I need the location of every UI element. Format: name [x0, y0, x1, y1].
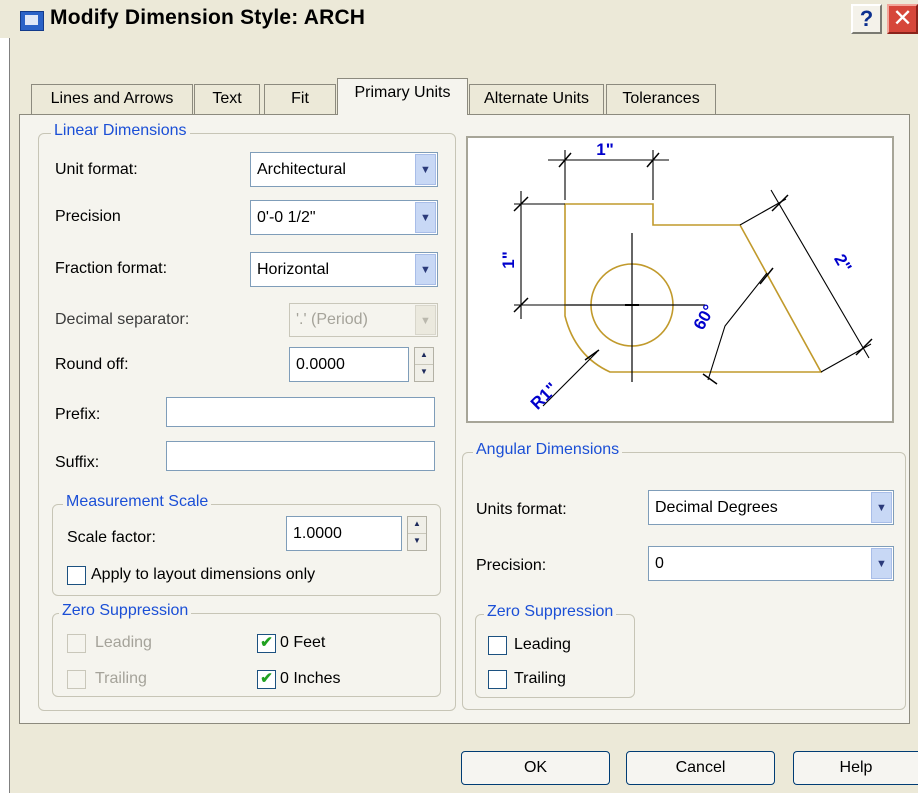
angle-text: 60° [690, 301, 719, 333]
spin-down-icon[interactable]: ▼ [408, 534, 426, 551]
linear-trailing-label: Trailing [95, 670, 147, 687]
tab-text[interactable]: Text [194, 84, 260, 114]
unit-format-select[interactable]: Architectural ▼ [250, 152, 438, 187]
scale-factor-input[interactable]: 1.0000 [286, 516, 402, 551]
angular-zero-suppression-title: Zero Suppression [484, 603, 617, 621]
tab-fit[interactable]: Fit [264, 84, 336, 114]
angular-trailing-label: Trailing [514, 670, 566, 687]
tab-tolerances[interactable]: Tolerances [606, 84, 716, 114]
round-off-input[interactable]: 0.0000 [289, 347, 409, 382]
apply-layout-label: Apply to layout dimensions only [91, 566, 316, 583]
linear-zero-suppression-title: Zero Suppression [59, 602, 192, 620]
angular-precision-label: Precision: [476, 557, 547, 574]
help-title-button[interactable]: ? [851, 4, 882, 34]
suffix-input[interactable] [166, 441, 435, 471]
round-off-spinner[interactable]: ▲ ▼ [414, 347, 434, 382]
tab-alternate-units[interactable]: Alternate Units [469, 84, 604, 114]
scale-factor-spinner[interactable]: ▲ ▼ [407, 516, 427, 551]
decimal-separator-select[interactable]: '.' (Period) ▼ [289, 303, 438, 337]
linear-leading-checkbox[interactable] [67, 634, 86, 653]
dim-left-text: 1" [499, 251, 518, 269]
units-format-label: Units format: [476, 501, 567, 518]
fraction-format-label: Fraction format: [55, 260, 168, 277]
fraction-format-select[interactable]: Horizontal ▼ [250, 252, 438, 287]
angular-trailing-checkbox[interactable] [488, 670, 507, 689]
precision-label: Precision [55, 208, 121, 225]
part-outline [564, 203, 823, 373]
help-button[interactable]: Help [793, 751, 918, 785]
right-tick-top [771, 194, 789, 212]
angle-tick-bottom [702, 373, 718, 385]
decimal-separator-label: Decimal separator: [55, 311, 190, 328]
chevron-down-icon: ▼ [871, 548, 892, 579]
zero-feet-checkbox[interactable]: ✔ [257, 634, 276, 653]
chevron-down-icon: ▼ [415, 254, 436, 285]
zero-feet-label: 0 Feet [280, 634, 326, 651]
prefix-input[interactable] [166, 397, 435, 427]
tab-lines-and-arrows[interactable]: Lines and Arrows [31, 84, 193, 114]
right-dim-line [770, 189, 870, 359]
angular-leading-checkbox[interactable] [488, 636, 507, 655]
checkmark-icon: ✔ [260, 670, 273, 687]
suffix-label: Suffix: [55, 454, 100, 471]
dimension-preview: 1" 1" 2" 60° R1" [466, 136, 894, 423]
checkmark-icon: ✔ [260, 634, 273, 651]
apply-layout-checkbox[interactable] [67, 566, 86, 585]
preview-drawing: 1" 1" 2" 60° R1" [499, 140, 873, 414]
zero-inches-checkbox[interactable]: ✔ [257, 670, 276, 689]
unit-format-label: Unit format: [55, 161, 138, 178]
radius-tick [584, 349, 600, 361]
app-icon [20, 11, 44, 31]
angular-leading-label: Leading [514, 636, 571, 653]
window-left-border [0, 38, 10, 793]
dim-top-text: 1" [596, 140, 614, 159]
spin-down-icon[interactable]: ▼ [415, 365, 433, 382]
cancel-button[interactable]: Cancel [626, 751, 775, 785]
angular-dimensions-title: Angular Dimensions [473, 441, 623, 459]
linear-leading-label: Leading [95, 634, 152, 651]
window-title: Modify Dimension Style: ARCH [50, 6, 366, 29]
zero-inches-label: 0 Inches [280, 670, 341, 687]
chevron-down-icon: ▼ [415, 305, 436, 335]
right-tick-bottom [855, 338, 873, 356]
chevron-down-icon: ▼ [871, 492, 892, 523]
scale-factor-label: Scale factor: [67, 529, 156, 546]
angular-precision-select[interactable]: 0 ▼ [648, 546, 894, 581]
linear-dimensions-title: Linear Dimensions [51, 122, 190, 140]
prefix-label: Prefix: [55, 406, 101, 423]
spin-up-icon[interactable]: ▲ [408, 517, 426, 534]
dim-right-text: 2" [830, 251, 855, 276]
measurement-scale-title: Measurement Scale [63, 493, 212, 511]
close-button[interactable]: ✕ [887, 4, 918, 34]
angle-arc [707, 272, 768, 381]
linear-trailing-checkbox[interactable] [67, 670, 86, 689]
spin-up-icon[interactable]: ▲ [415, 348, 433, 365]
chevron-down-icon: ▼ [415, 154, 436, 185]
ok-button[interactable]: OK [461, 751, 610, 785]
round-off-label: Round off: [55, 356, 129, 373]
precision-select[interactable]: 0'-0 1/2" ▼ [250, 200, 438, 235]
tab-primary-units[interactable]: Primary Units [337, 78, 468, 115]
units-format-select[interactable]: Decimal Degrees ▼ [648, 490, 894, 525]
chevron-down-icon: ▼ [415, 202, 436, 233]
radius-text: R1" [527, 379, 562, 414]
